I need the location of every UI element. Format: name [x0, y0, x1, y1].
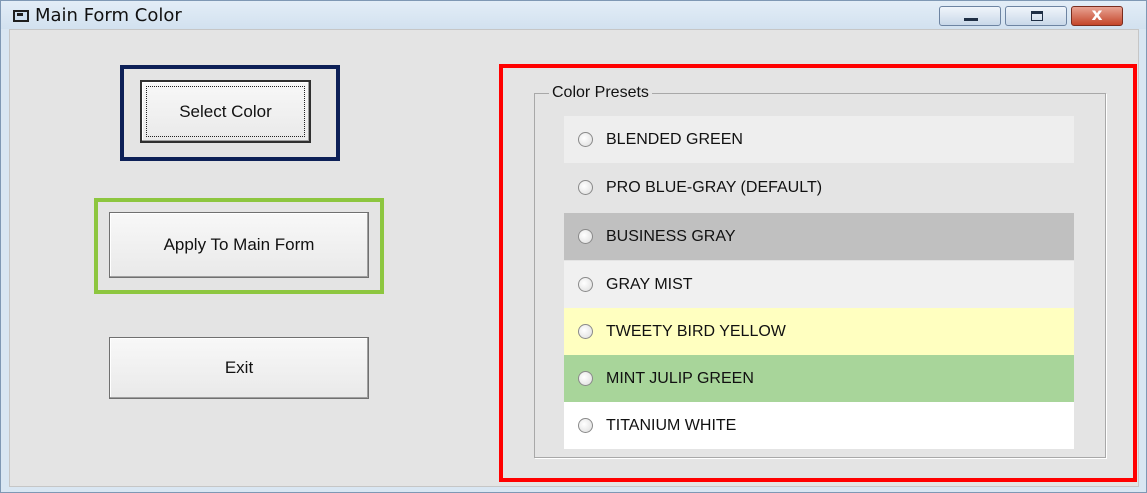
preset-label: MINT JULIP GREEN	[606, 369, 754, 387]
apply-to-main-form-button[interactable]: Apply To Main Form	[109, 212, 369, 278]
form-client-area: Select Color Apply To Main Form Exit Col…	[9, 29, 1139, 487]
focus-rectangle	[146, 86, 305, 137]
preset-option-business-gray[interactable]: BUSINESS GRAY	[564, 213, 1074, 260]
preset-label: GRAY MIST	[606, 275, 693, 293]
radio-button[interactable]	[578, 324, 593, 339]
preset-label: BUSINESS GRAY	[606, 227, 736, 245]
preset-option-mint-julip-green[interactable]: MINT JULIP GREEN	[564, 355, 1074, 402]
close-icon: x	[1091, 5, 1103, 25]
preset-option-titanium-white[interactable]: TITANIUM WHITE	[564, 402, 1074, 449]
exit-button[interactable]: Exit	[109, 337, 369, 399]
main-form-color-window: Main Form Color x Select Color Apply To …	[0, 0, 1147, 493]
radio-button[interactable]	[578, 418, 593, 433]
select-color-button[interactable]: Select Color	[140, 80, 311, 143]
minimize-button[interactable]	[939, 6, 1001, 26]
exit-label: Exit	[224, 358, 254, 377]
preset-label: BLENDED GREEN	[606, 130, 743, 148]
preset-option-blended-green[interactable]: BLENDED GREEN	[564, 116, 1074, 163]
color-presets-legend: Color Presets	[549, 84, 652, 102]
apply-label: Apply To Main Form	[163, 235, 315, 254]
preset-label: PRO BLUE-GRAY (DEFAULT)	[606, 178, 823, 196]
preset-option-pro-blue-gray[interactable]: PRO BLUE-GRAY (DEFAULT)	[564, 164, 1074, 211]
radio-button[interactable]	[578, 132, 593, 147]
maximize-icon	[1031, 11, 1043, 21]
preset-option-gray-mist[interactable]: GRAY MIST	[564, 261, 1074, 308]
title-bar[interactable]: Main Form Color x	[1, 1, 1146, 29]
color-presets-group: Color Presets BLENDED GREEN PRO BLUE-GRA…	[534, 84, 1106, 458]
minimize-icon	[964, 18, 978, 21]
preset-option-tweety-bird-yellow[interactable]: TWEETY BIRD YELLOW	[564, 308, 1074, 355]
maximize-button[interactable]	[1005, 6, 1067, 26]
app-icon	[13, 10, 29, 22]
preset-label: TWEETY BIRD YELLOW	[606, 322, 786, 340]
preset-label: TITANIUM WHITE	[606, 416, 737, 434]
radio-button[interactable]	[578, 229, 593, 244]
window-title: Main Form Color	[35, 5, 182, 26]
radio-button[interactable]	[578, 277, 593, 292]
radio-button[interactable]	[578, 180, 593, 195]
radio-button[interactable]	[578, 371, 593, 386]
close-button[interactable]: x	[1071, 5, 1123, 26]
